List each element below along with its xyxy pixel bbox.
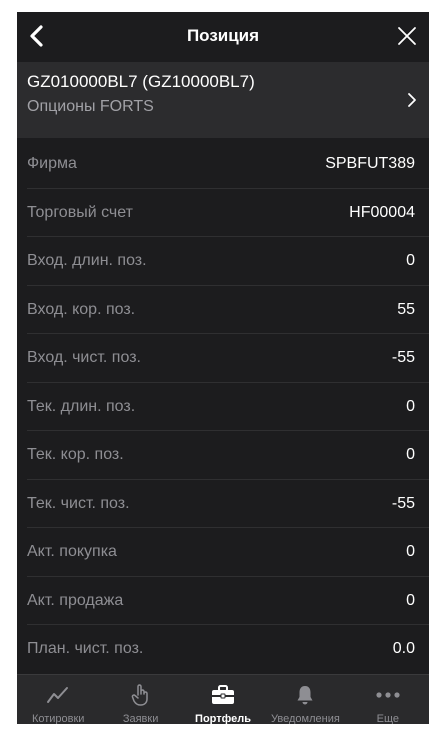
tab-label: Уведомления: [271, 713, 340, 724]
briefcase-icon: [210, 683, 236, 707]
tab-portfolio[interactable]: Портфель: [182, 675, 264, 724]
detail-row-current-short: Тек. кор. поз. 0: [17, 431, 429, 480]
row-value: 0: [406, 397, 415, 415]
row-label: Вход. кор. поз.: [27, 300, 136, 318]
tab-bar: Котировки Заявки Портфель Уведомления Ещ…: [17, 674, 429, 724]
detail-row-incoming-long: Вход. длин. поз. 0: [17, 237, 429, 286]
chevron-left-icon: [30, 25, 43, 47]
tab-label: Заявки: [122, 713, 159, 724]
tab-more[interactable]: Еще: [347, 675, 429, 724]
tab-label: Портфель: [195, 713, 251, 724]
row-value: 55: [397, 300, 415, 318]
row-value: SPBFUT389: [325, 155, 415, 172]
row-value: 0.0: [392, 640, 415, 657]
row-value: 0: [406, 252, 415, 269]
hand-icon: [128, 683, 154, 707]
nav-bar: Позиция: [17, 12, 429, 60]
row-value: 0: [406, 591, 415, 609]
more-icon: [375, 683, 401, 707]
row-value: 0: [406, 446, 415, 463]
page-title: Позиция: [186, 26, 260, 45]
row-label: Фирма: [27, 155, 77, 172]
row-label: Акт. продажа: [27, 591, 124, 609]
row-label: Вход. длин. поз.: [27, 252, 147, 269]
position-screen: Позиция GZ010000BL7 (GZ10000BL7) Опционы…: [17, 12, 429, 724]
tab-notifications[interactable]: Уведомления: [264, 675, 346, 724]
row-value: -55: [391, 349, 415, 366]
row-label: План. чист. поз.: [27, 640, 144, 657]
detail-row-current-long: Тек. длин. поз. 0: [17, 383, 429, 432]
tab-quotes[interactable]: Котировки: [17, 675, 99, 724]
row-label: Акт. покупка: [27, 543, 117, 560]
detail-row-active-buy: Акт. покупка 0: [17, 528, 429, 577]
row-label: Тек. длин. поз.: [27, 397, 136, 415]
row-value: 0: [406, 543, 415, 560]
instrument-code: GZ010000BL7 (GZ10000BL7): [27, 72, 255, 91]
position-details-list: Фирма SPBFUT389 Торговый счет HF00004 Вх…: [17, 140, 429, 674]
detail-row-firm: Фирма SPBFUT389: [17, 140, 429, 189]
row-label: Торговый счет: [27, 203, 133, 221]
detail-row-incoming-net: Вход. чист. поз. -55: [17, 334, 429, 383]
detail-row-active-sell: Акт. продажа 0: [17, 577, 429, 626]
row-label: Тек. чист. поз.: [27, 494, 130, 512]
row-value: HF00004: [349, 203, 415, 221]
instrument-market: Опционы FORTS: [27, 98, 154, 115]
close-button[interactable]: [393, 22, 421, 50]
row-label: Вход. чист. поз.: [27, 349, 141, 366]
detail-row-current-net: Тек. чист. поз. -55: [17, 480, 429, 529]
detail-row-trading-account: Торговый счет HF00004: [17, 189, 429, 238]
chart-line-icon: [45, 683, 71, 707]
row-label: Тек. кор. поз.: [27, 446, 124, 463]
row-value: -55: [391, 494, 415, 512]
back-button[interactable]: [23, 22, 51, 50]
chevron-right-icon: [408, 93, 416, 107]
instrument-header[interactable]: GZ010000BL7 (GZ10000BL7) Опционы FORTS: [17, 62, 429, 138]
tab-label: Еще: [376, 713, 400, 724]
detail-row-planned-net: План. чист. поз. 0.0: [17, 625, 429, 674]
tab-orders[interactable]: Заявки: [99, 675, 181, 724]
close-icon: [398, 27, 416, 45]
detail-row-incoming-short: Вход. кор. поз. 55: [17, 286, 429, 335]
tab-label: Котировки: [31, 713, 85, 724]
bell-icon: [292, 683, 318, 707]
